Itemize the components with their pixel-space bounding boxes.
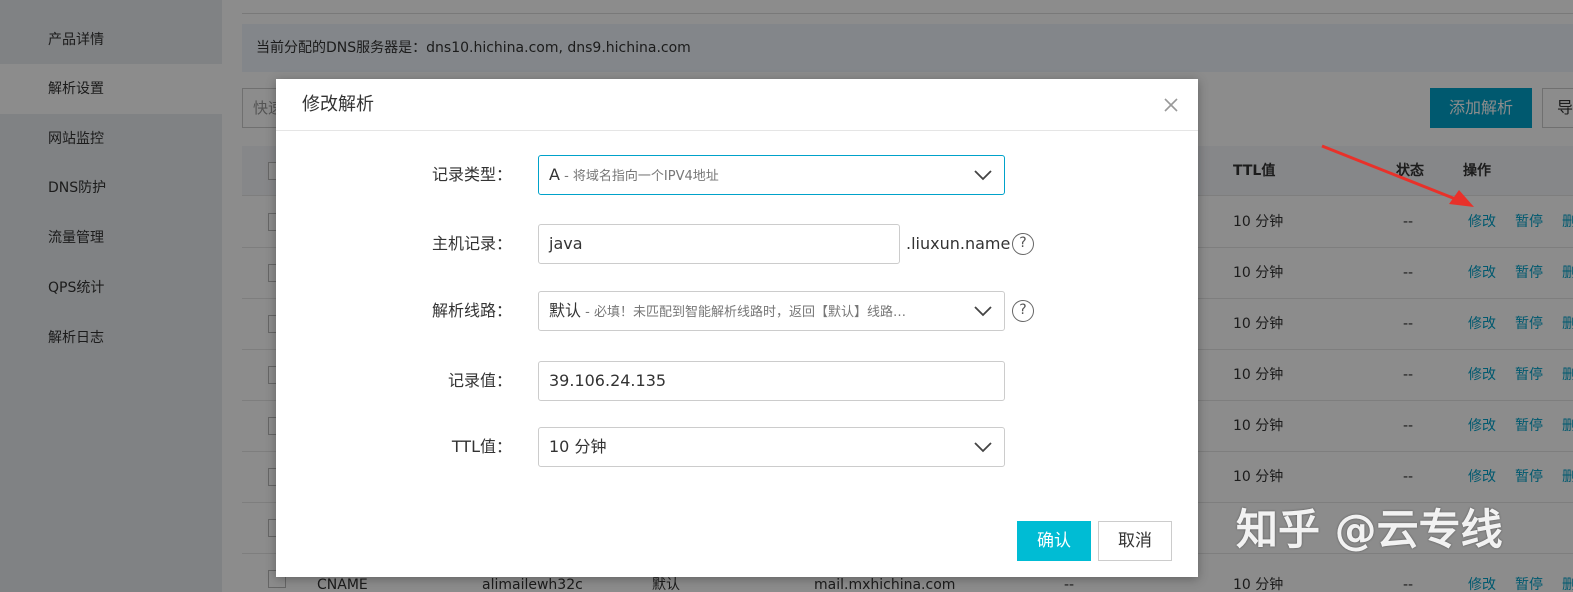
resolution-line-select[interactable]: 默认 - 必填！未匹配到智能解析线路时，返回【默认】线路… bbox=[538, 291, 1005, 331]
host-record-label: 主机记录： bbox=[431, 234, 512, 253]
host-record-input[interactable]: java bbox=[538, 224, 900, 264]
ttl-value: 10 分钟 bbox=[549, 437, 607, 456]
record-type-value: A bbox=[549, 165, 560, 184]
record-type-hint: - 将域名指向一个IPV4地址 bbox=[559, 169, 719, 184]
chevron-down-icon bbox=[974, 306, 992, 317]
help-icon[interactable]: ? bbox=[1012, 300, 1034, 322]
red-arrow-annotation bbox=[1321, 144, 1474, 207]
record-type-label: 记录类型： bbox=[431, 165, 512, 184]
dialog-title: 修改解析 bbox=[302, 94, 374, 115]
resolution-line-label: 解析线路： bbox=[431, 301, 512, 320]
chevron-down-icon bbox=[974, 442, 992, 453]
resolution-line-value: 默认 bbox=[549, 301, 582, 320]
domain-suffix: .liuxun.name bbox=[906, 234, 1011, 253]
record-value-input[interactable]: 39.106.24.135 bbox=[538, 361, 1005, 401]
close-icon[interactable] bbox=[1162, 96, 1180, 114]
chevron-down-icon bbox=[974, 170, 992, 181]
ttl-select[interactable]: 10 分钟 bbox=[538, 427, 1005, 467]
cancel-button[interactable]: 取消 bbox=[1098, 521, 1172, 561]
help-icon[interactable]: ? bbox=[1012, 233, 1034, 255]
resolution-line-hint: - 必填！未匹配到智能解析线路时，返回【默认】线路… bbox=[581, 305, 906, 320]
record-type-select[interactable]: A - 将域名指向一个IPV4地址 bbox=[538, 155, 1005, 195]
record-value-label: 记录值： bbox=[447, 371, 512, 390]
ttl-label: TTL值： bbox=[451, 437, 512, 456]
edit-record-dialog: 修改解析 记录类型： A - 将域名指向一个IPV4地址 主机记录： java … bbox=[276, 79, 1198, 577]
dialog-header: 修改解析 bbox=[276, 79, 1198, 131]
confirm-button[interactable]: 确认 bbox=[1017, 521, 1091, 561]
zhihu-watermark: 知乎 @云专线 bbox=[1236, 505, 1503, 554]
